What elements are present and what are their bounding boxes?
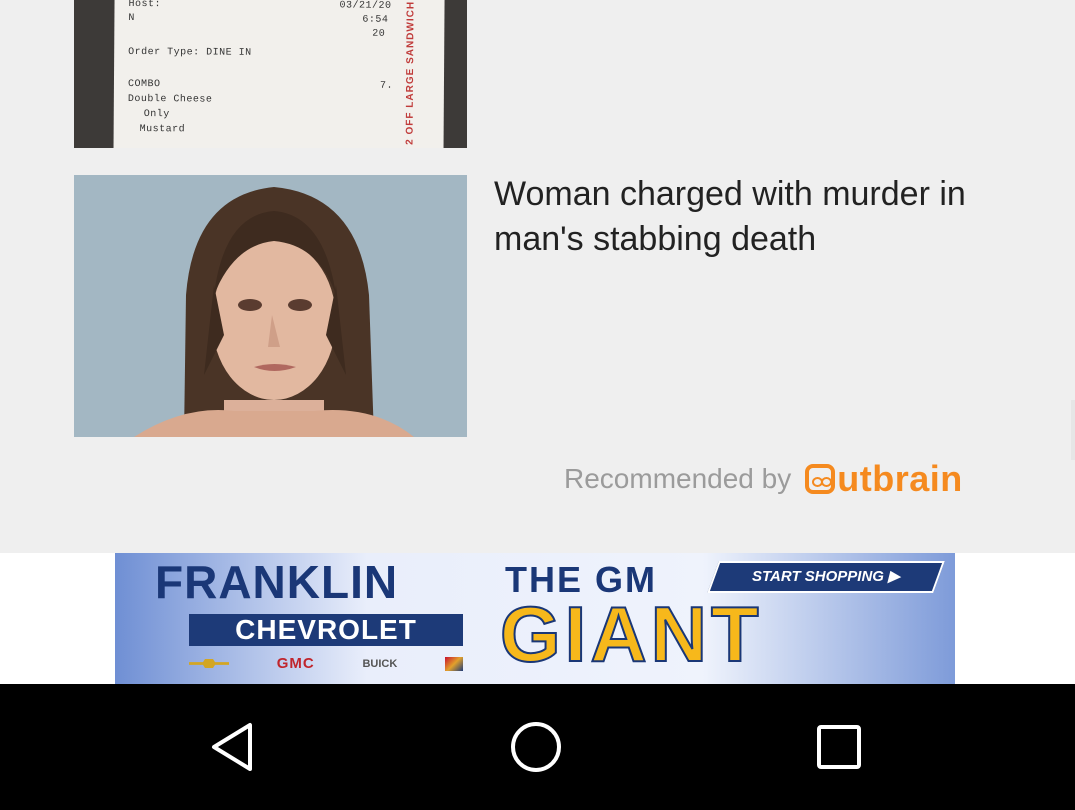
banner-ad[interactable]: FRANKLIN CHEVROLET GMC BUICK THE GM GIAN… (115, 553, 955, 684)
outbrain-recommendation[interactable]: Recommended by utbrain (564, 458, 963, 500)
receipt-combo: COMBO (127, 78, 161, 91)
buick-logo: BUICK (362, 657, 398, 670)
home-button[interactable] (486, 702, 586, 792)
receipt-host: Host: (128, 0, 162, 11)
receipt-time: 6:54 (362, 14, 389, 26)
receipt-price: 7. (379, 80, 394, 92)
receipt-date: 03/21/20 (339, 0, 392, 12)
receipt-item: Mustard (139, 124, 186, 136)
ad-dealer-name: FRANKLIN (155, 556, 399, 608)
ad-brand-row: GMC BUICK (189, 655, 463, 672)
receipt-paper: Host: N 03/21/20 6:54 20 Order Type: DIN… (113, 0, 445, 148)
outbrain-wordmark: utbrain (837, 458, 963, 499)
start-shopping-label: START SHOPPING ▶ (752, 568, 900, 585)
back-icon (212, 723, 252, 771)
scrollbar[interactable] (1071, 400, 1075, 460)
back-button[interactable] (184, 702, 284, 792)
receipt-year: 20 (372, 28, 386, 40)
receipt-name: N (128, 12, 135, 24)
start-shopping-button[interactable]: START SHOPPING ▶ (707, 561, 945, 593)
mugshot-image (74, 175, 467, 437)
gmc-logo: GMC (276, 655, 315, 672)
home-icon (511, 722, 561, 772)
chevrolet-bowtie-icon (189, 659, 229, 668)
mugshot-thumbnail[interactable] (74, 175, 467, 437)
ad-make: CHEVROLET (189, 614, 463, 646)
recommended-by-label: Recommended by (564, 463, 792, 494)
recent-apps-icon (817, 725, 861, 769)
receipt-item: Double Cheese (127, 93, 213, 106)
receipt-item: Only (143, 109, 170, 121)
cadillac-crest-icon (445, 656, 463, 671)
recent-apps-button[interactable] (789, 702, 889, 792)
receipt-thumbnail[interactable]: Host: N 03/21/20 6:54 20 Order Type: DIN… (74, 0, 467, 148)
article-headline[interactable]: Woman charged with murder in man's stabb… (494, 172, 994, 262)
outbrain-logo: utbrain (805, 458, 963, 500)
ad-tagline-main: GIANT (499, 589, 763, 679)
receipt-stamp: 2 OFF LARGE SANDWICH (404, 0, 417, 145)
article-list: Host: N 03/21/20 6:54 20 Order Type: DIN… (0, 0, 1075, 553)
receipt-order-type: Order Type: DINE IN (128, 46, 252, 59)
outbrain-eye-right (821, 477, 833, 487)
outbrain-glasses-icon (805, 464, 836, 494)
system-navigation-bar (0, 684, 1075, 810)
